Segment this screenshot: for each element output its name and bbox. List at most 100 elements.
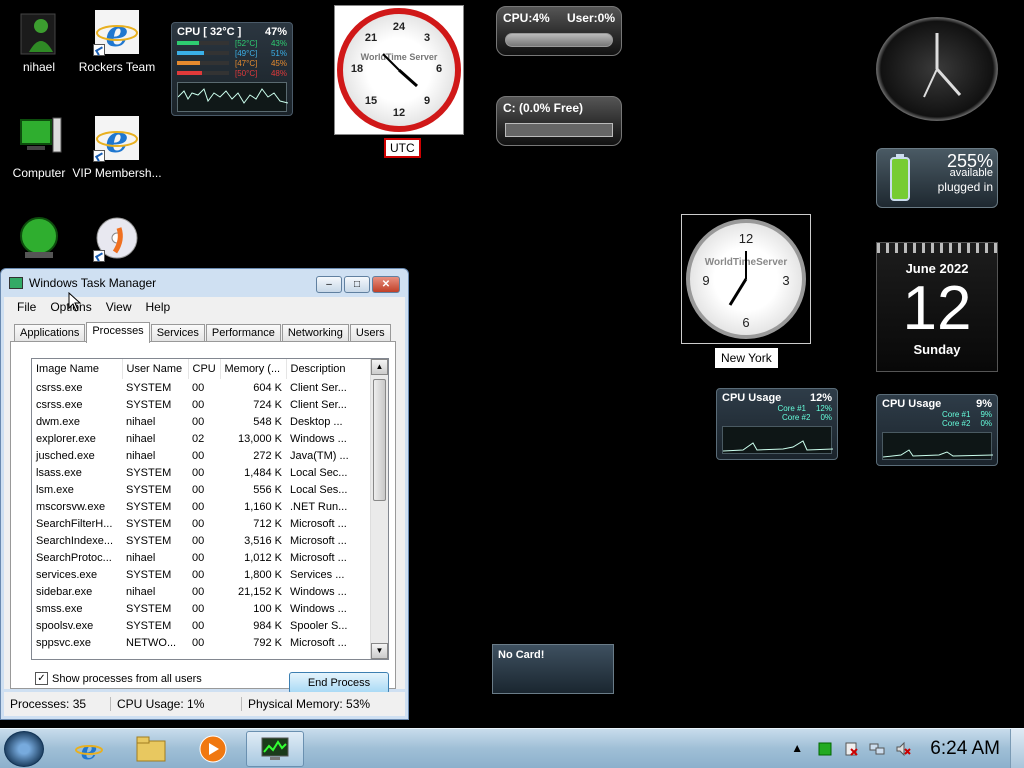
end-process-button[interactable]: End Process — [289, 672, 389, 694]
process-row[interactable]: mscorsvw.exe SYSTEM 00 1,160 K .NET Run... — [32, 498, 372, 515]
process-memory: 3,516 K — [244, 534, 282, 547]
menu-help[interactable]: Help — [139, 300, 178, 314]
process-row[interactable]: jusched.exe nihael 00 272 K Java(TM) ... — [32, 447, 372, 464]
cpu-usage-gadget-1[interactable]: CPU Usage 12% Core #1 12% Core #2 0% — [716, 388, 838, 460]
process-row[interactable]: csrss.exe SYSTEM 00 604 K Client Ser... — [32, 379, 372, 396]
scroll-up-arrow-icon[interactable]: ▲ — [371, 359, 388, 375]
task-manager-window[interactable]: Windows Task Manager – □ ✕ File Options … — [0, 268, 409, 720]
nocard-gadget[interactable]: No Card! — [492, 644, 614, 694]
column-description[interactable]: Description — [286, 359, 373, 379]
process-cpu: 00 — [192, 398, 205, 411]
core2-label: Core #2 — [781, 413, 811, 422]
show-desktop-button[interactable] — [1010, 729, 1024, 768]
scroll-down-arrow-icon[interactable]: ▼ — [371, 643, 388, 659]
cpu-usage-percent: 12% — [809, 392, 832, 404]
cpu-usage-percent: 9% — [976, 398, 992, 410]
process-user-name: NETWO... — [126, 636, 177, 649]
shortcut-arrow-icon — [93, 44, 105, 56]
process-row[interactable]: csrss.exe SYSTEM 00 724 K Client Ser... — [32, 396, 372, 413]
process-row[interactable]: lsass.exe SYSTEM 00 1,484 K Local Sec... — [32, 464, 372, 481]
process-cpu: 00 — [192, 483, 205, 496]
process-memory: 13,000 K — [237, 432, 282, 445]
process-list-scrollbar[interactable]: ▲ ▼ — [370, 359, 388, 659]
cpu-meter-percent: 47% — [264, 26, 287, 38]
column-user-name[interactable]: User Name — [122, 359, 189, 379]
process-row[interactable]: spoolsv.exe SYSTEM 00 984 K Spooler S... — [32, 617, 372, 634]
cpu-core-percent: 45% — [270, 58, 287, 68]
world-clock-utc[interactable]: 24 3 6 9 12 15 18 21 WorldTime Server — [334, 5, 464, 135]
process-row[interactable]: dwm.exe nihael 00 548 K Desktop ... — [32, 413, 372, 430]
show-hidden-icons-icon[interactable]: ▲ — [791, 741, 807, 757]
process-cpu: 00 — [192, 517, 205, 530]
tab-applications[interactable]: Applications — [14, 324, 86, 341]
cpu-meter-gadget[interactable]: CPU [ 32°C ] 47% [52°C] 43% [49°C] 51% [47°C… — [171, 22, 293, 116]
system-tray: ▲ 6:24 AM — [786, 729, 1024, 768]
tab-services[interactable]: Services — [150, 324, 205, 341]
process-row[interactable]: smss.exe SYSTEM 00 100 K Windows ... — [32, 600, 372, 617]
svg-text:3: 3 — [424, 32, 430, 44]
process-row[interactable]: sppsvc.exe NETWO... 00 792 K Microsoft ... — [32, 634, 372, 651]
process-row[interactable]: sidebar.exe nihael 00 21,152 K Windows ... — [32, 583, 372, 600]
analog-clock-gadget[interactable] — [876, 17, 998, 121]
process-cpu: 00 — [192, 466, 205, 479]
process-user-name: nihael — [126, 415, 156, 428]
desktop-icon-media[interactable] — [72, 214, 162, 266]
process-image-name: csrss.exe — [36, 398, 83, 411]
clock-face: 12369 WorldTimeServer — [686, 219, 806, 339]
process-row[interactable]: services.exe SYSTEM 00 1,800 K Services ... — [32, 566, 372, 583]
show-all-checkbox[interactable]: ✓ — [35, 672, 48, 685]
tab-processes[interactable]: Processes — [86, 322, 150, 343]
network-icon[interactable] — [869, 741, 885, 757]
disk-space-meter[interactable]: C: (0.0% Free) — [496, 96, 622, 146]
cpu-usage-gadget-2[interactable]: CPU Usage 9% Core #1 9% Core #2 0% — [876, 394, 998, 466]
tab-networking[interactable]: Networking — [281, 324, 349, 341]
green-status-icon[interactable] — [817, 741, 833, 757]
process-row[interactable]: SearchIndexe... SYSTEM 00 3,516 K Microsoft … — [32, 532, 372, 549]
svg-text:21: 21 — [365, 32, 377, 44]
tab-users[interactable]: Users — [349, 324, 391, 341]
taskbar-media-player[interactable] — [184, 731, 242, 767]
process-image-name: sppsvc.exe — [36, 636, 92, 649]
tab-performance[interactable]: Performance — [205, 324, 281, 341]
scroll-thumb[interactable] — [373, 379, 386, 501]
process-row[interactable]: SearchProtoc... nihael 00 1,012 K Microsoft … — [32, 549, 372, 566]
column-memory[interactable]: Memory (... — [220, 359, 287, 379]
menu-view[interactable]: View — [99, 300, 139, 314]
show-all-processes-option[interactable]: ✓ Show processes from all users — [35, 672, 202, 685]
process-list[interactable]: Image Name User Name CPU Memory (... Des… — [31, 358, 389, 660]
taskbar-task-manager[interactable] — [246, 731, 304, 767]
process-memory: 712 K — [253, 517, 282, 530]
column-image-name[interactable]: Image Name — [32, 359, 123, 379]
taskbar-windows-explorer[interactable] — [122, 731, 180, 767]
action-center-icon[interactable] — [843, 741, 859, 757]
menu-file[interactable]: File — [10, 300, 43, 314]
world-clock-new-york[interactable]: 12369 WorldTimeServer — [681, 214, 811, 344]
cpu-core-percent: 51% — [270, 48, 287, 58]
start-button[interactable] — [4, 731, 44, 767]
process-row[interactable]: lsm.exe SYSTEM 00 556 K Local Ses... — [32, 481, 372, 498]
process-row[interactable]: SearchFilterH... SYSTEM 00 712 K Microsoft .… — [32, 515, 372, 532]
process-user-name: SYSTEM — [126, 602, 172, 615]
column-cpu[interactable]: CPU — [188, 359, 221, 379]
desktop-icon-vip-membership[interactable]: e VIP Membersh... — [72, 114, 162, 181]
minimize-button[interactable]: – — [316, 276, 342, 293]
window-title: Windows Task Manager — [29, 276, 157, 290]
taskbar-clock[interactable]: 6:24 AM — [930, 738, 1000, 760]
process-description: Microsoft ... — [290, 551, 347, 564]
cpu-user-meter[interactable]: CPU:4% User:0% — [496, 6, 622, 56]
battery-icon — [890, 154, 910, 201]
process-row[interactable]: explorer.exe nihael 02 13,000 K Windows ... — [32, 430, 372, 447]
battery-gadget[interactable]: 255% available plugged in — [876, 148, 998, 208]
svg-text:15: 15 — [365, 95, 377, 107]
maximize-button[interactable]: □ — [344, 276, 370, 293]
process-image-name: SearchProtoc... — [36, 551, 112, 564]
internet-explorer-icon: e — [93, 8, 141, 56]
process-description: Windows ... — [290, 602, 347, 615]
process-user-name: SYSTEM — [126, 500, 172, 513]
calendar-gadget[interactable]: June 2022 12 Sunday — [876, 242, 998, 372]
process-cpu: 00 — [192, 449, 205, 462]
desktop-icon-rockers-team[interactable]: e Rockers Team — [72, 8, 162, 75]
volume-muted-icon[interactable] — [895, 741, 911, 757]
taskbar-internet-explorer[interactable]: e — [60, 731, 118, 767]
close-button[interactable]: ✕ — [372, 276, 400, 293]
